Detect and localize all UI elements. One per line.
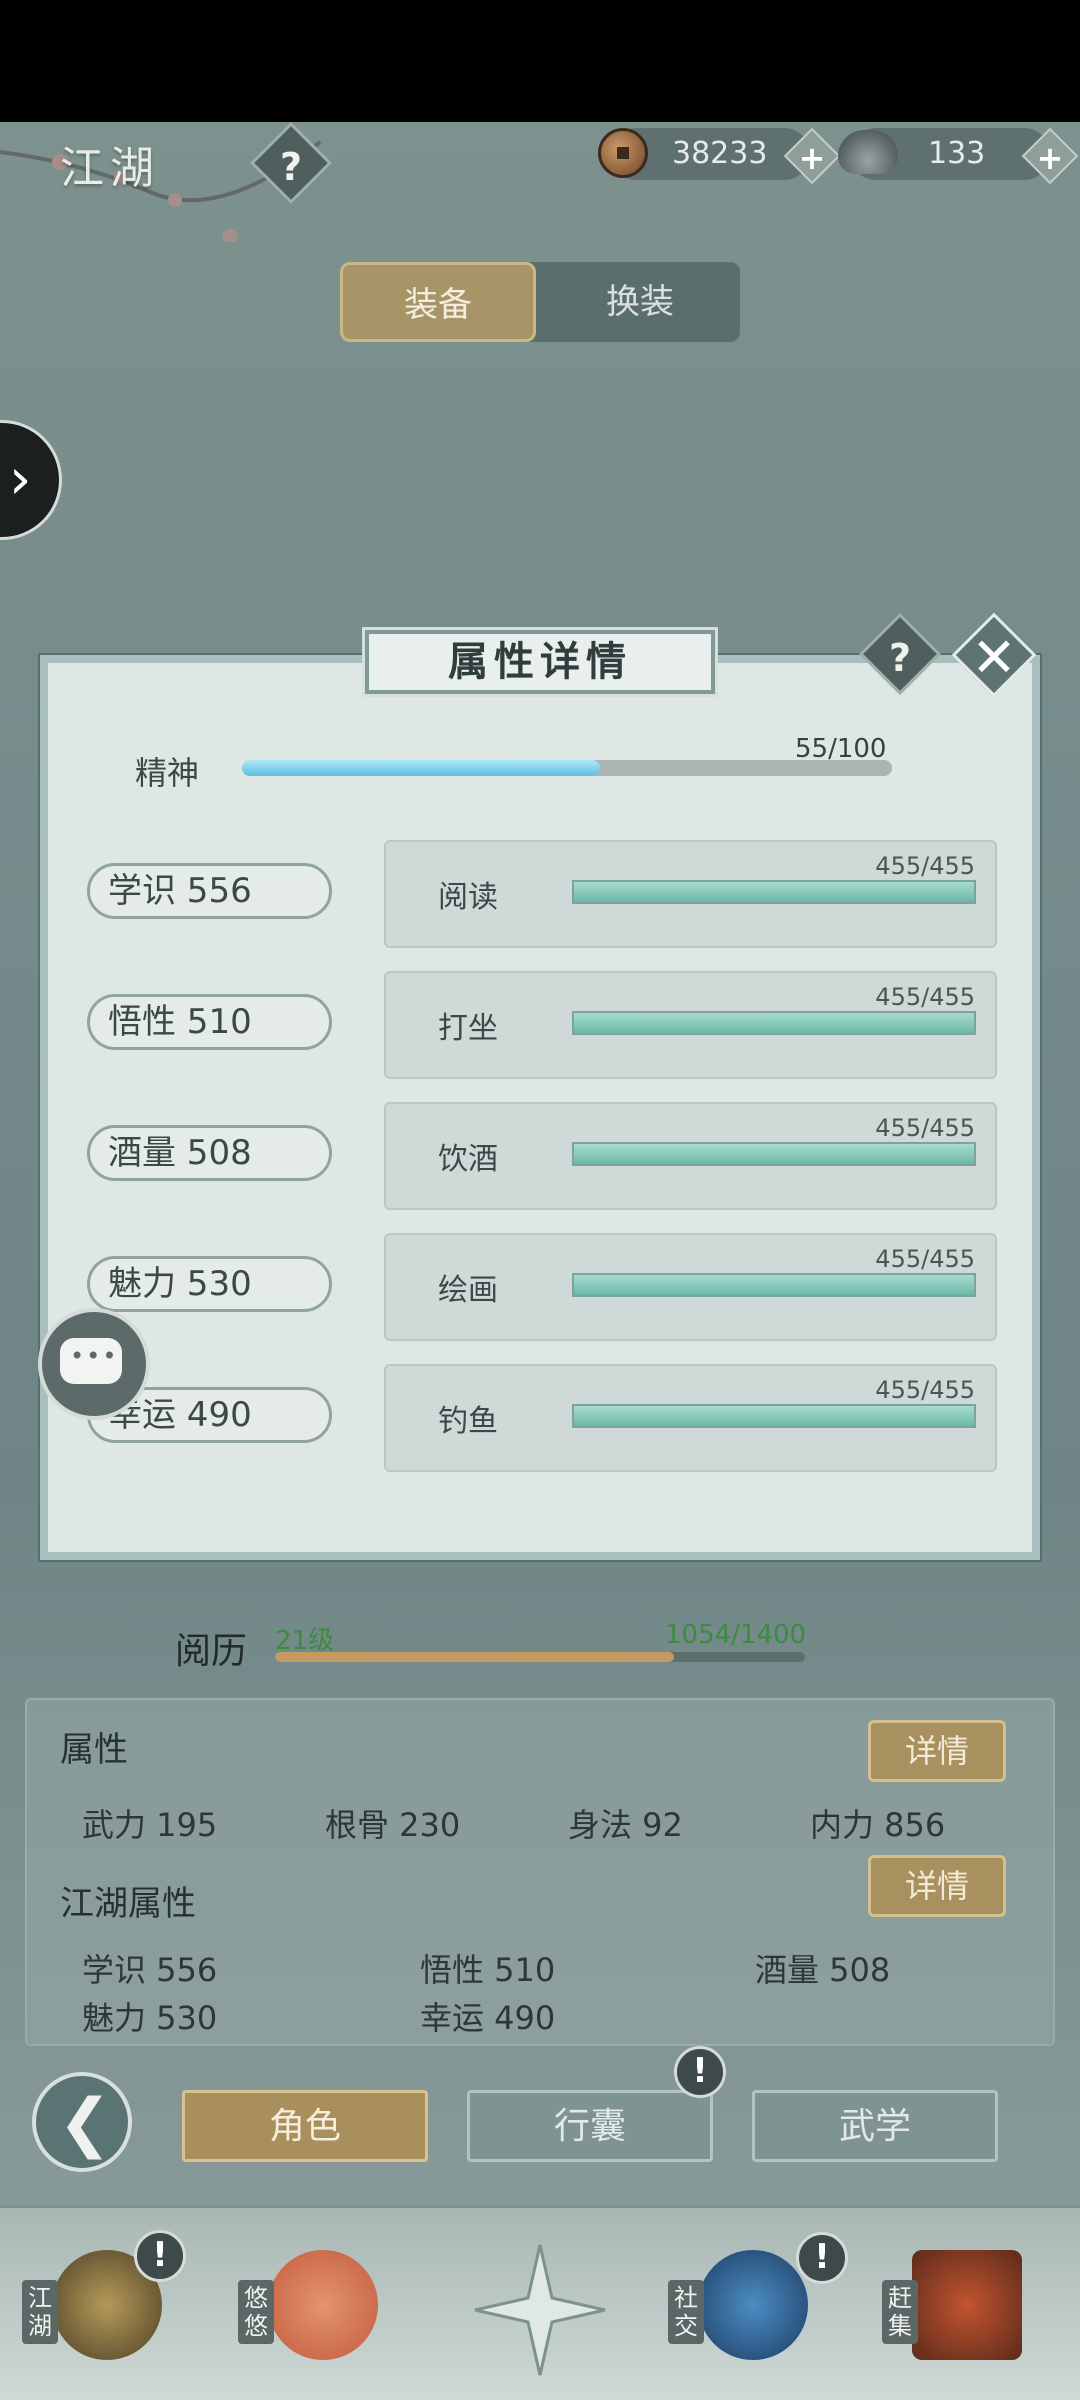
skill-value: 455/455 <box>875 852 975 880</box>
stat-agility: 身法 92 <box>568 1806 683 1844</box>
dock-center[interactable] <box>470 2240 610 2390</box>
stat-knowledge: 学识 556 <box>82 1951 218 1989</box>
skill-progress-fill <box>574 1275 974 1295</box>
spirit-value: 55/100 <box>795 734 887 764</box>
attribute-pill-insight: 悟性 510 <box>87 994 332 1050</box>
market-basket-icon <box>912 2250 1022 2360</box>
attributes-section-title: 属性 <box>60 1730 128 1770</box>
dock-social[interactable]: 社交 ! <box>668 2232 848 2390</box>
stat-constitution: 根骨 230 <box>325 1806 461 1844</box>
dock-label: 赶集 <box>882 2280 918 2344</box>
skill-value: 455/455 <box>875 1245 975 1273</box>
game-logo: 江湖 <box>60 143 160 194</box>
spirit-label: 精神 <box>135 754 200 792</box>
skill-progress-bar <box>572 1273 976 1297</box>
skill-row-drinking: 饮酒 455/455 <box>384 1102 997 1210</box>
chat-button[interactable] <box>38 1308 150 1420</box>
stat-insight: 悟性 510 <box>420 1951 556 1989</box>
skill-value: 455/455 <box>875 983 975 1011</box>
skill-name: 打坐 <box>438 1011 498 1046</box>
experience-value: 1054/1400 <box>665 1620 807 1650</box>
question-icon: ? <box>888 636 912 681</box>
attribute-pill-knowledge: 学识 556 <box>87 863 332 919</box>
experience-label: 阅历 <box>175 1631 248 1672</box>
dock-label: 悠悠 <box>238 2280 274 2344</box>
skill-value: 455/455 <box>875 1114 975 1142</box>
skill-row-insight: 打坐 455/455 <box>384 971 997 1079</box>
plus-icon: + <box>1036 138 1064 177</box>
tab-outfit[interactable]: 换装 <box>542 262 738 342</box>
skill-name: 钓鱼 <box>438 1404 498 1439</box>
silver-ingot-icon <box>838 130 898 174</box>
copper-coin-icon <box>598 128 648 178</box>
attribute-pill-drinking: 酒量 508 <box>87 1125 332 1181</box>
skill-row-charm: 绘画 455/455 <box>384 1233 997 1341</box>
inventory-alert-icon: ! <box>674 2046 726 2098</box>
skill-progress-fill <box>574 1144 974 1164</box>
stat-strength: 武力 195 <box>82 1806 218 1844</box>
dock-youyou[interactable]: 悠悠 <box>238 2240 378 2390</box>
experience-bar-fill <box>275 1652 675 1662</box>
close-icon: ✕ <box>971 626 1017 690</box>
stat-charm: 魅力 530 <box>82 1999 218 2037</box>
experience-bar <box>275 1652 805 1662</box>
attribute-pill-charm: 魅力 530 <box>87 1256 332 1312</box>
stat-drinking: 酒量 508 <box>755 1951 891 1989</box>
nav-tab-martial-arts[interactable]: 武学 <box>752 2090 998 2162</box>
chat-bubble-icon <box>60 1338 122 1384</box>
skill-progress-bar <box>572 1404 976 1428</box>
back-arrow-icon: ❮ <box>58 2086 112 2160</box>
dock-jianghu[interactable]: 江湖 ! <box>22 2230 186 2390</box>
skill-name: 绘画 <box>438 1273 498 1308</box>
skill-progress-fill <box>574 1013 974 1033</box>
attributes-detail-button[interactable]: 详情 <box>868 1720 1006 1782</box>
plus-icon: + <box>798 138 826 177</box>
skill-row-knowledge: 阅读 455/455 <box>384 840 997 948</box>
dock-market[interactable]: 赶集 <box>882 2240 1022 2390</box>
skill-name: 饮酒 <box>438 1142 498 1177</box>
nav-tab-inventory[interactable]: 行囊 <box>467 2090 713 2162</box>
skill-progress-bar <box>572 880 976 904</box>
skill-value: 455/455 <box>875 1376 975 1404</box>
silver-ingot-value: 133 <box>928 136 986 171</box>
dock-label: 社交 <box>668 2280 704 2344</box>
nav-tab-character[interactable]: 角色 <box>182 2090 428 2162</box>
wave-icon <box>698 2250 808 2360</box>
equipment-tab-group: 装备 换装 <box>340 262 740 342</box>
chevron-right-icon: › <box>9 447 32 512</box>
stat-inner-power: 内力 856 <box>810 1806 946 1844</box>
skill-row-luck: 钓鱼 455/455 <box>384 1364 997 1472</box>
dock-alert-icon: ! <box>134 2230 186 2282</box>
dock-label: 江湖 <box>22 2280 58 2344</box>
jianghu-section-title: 江湖属性 <box>60 1884 196 1924</box>
skill-name: 阅读 <box>438 880 498 915</box>
compass-star-icon <box>474 2244 606 2376</box>
question-icon: ? <box>279 145 303 190</box>
jianghu-detail-button[interactable]: 详情 <box>868 1855 1006 1917</box>
swallow-icon <box>268 2250 378 2360</box>
dock-alert-icon: ! <box>796 2232 848 2284</box>
stat-luck: 幸运 490 <box>420 1999 556 2037</box>
skill-progress-bar <box>572 1011 976 1035</box>
skill-progress-fill <box>574 882 974 902</box>
tab-equipment[interactable]: 装备 <box>340 262 536 342</box>
copper-coin-value: 38233 <box>672 136 768 171</box>
skill-progress-fill <box>574 1406 974 1426</box>
skill-progress-bar <box>572 1142 976 1166</box>
modal-title: 属性详情 <box>365 630 715 694</box>
back-button[interactable]: ❮ <box>32 2072 132 2172</box>
spirit-bar-fill <box>242 760 600 776</box>
